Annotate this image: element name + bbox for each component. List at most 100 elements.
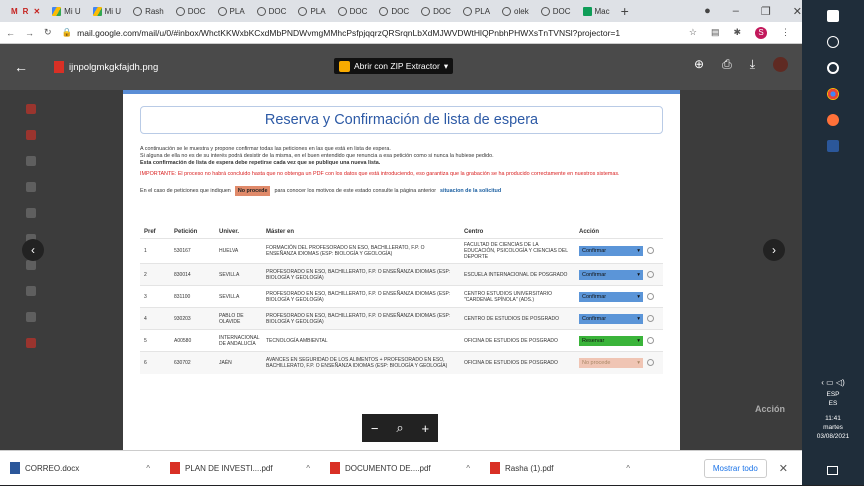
clock-day: martes bbox=[823, 424, 843, 431]
browser-tab[interactable]: Mi U bbox=[88, 2, 126, 20]
download-item[interactable]: CORREO.docx ^ bbox=[0, 451, 160, 486]
image-file-icon bbox=[54, 61, 64, 73]
browser-tab[interactable]: Mi U bbox=[47, 2, 85, 20]
accion-select[interactable]: Reservar ▾ bbox=[579, 335, 643, 346]
back-icon[interactable]: ← bbox=[6, 28, 15, 38]
close-window-icon[interactable]: ✕ bbox=[793, 5, 802, 18]
tab-label: DOC bbox=[391, 6, 410, 16]
word-icon[interactable] bbox=[827, 140, 839, 152]
row-radio[interactable] bbox=[647, 247, 654, 255]
minimize-icon[interactable]: – bbox=[733, 5, 739, 17]
zoom-reset-icon[interactable]: ⌕ bbox=[396, 420, 403, 436]
row-radio[interactable] bbox=[647, 292, 654, 300]
star-icon[interactable]: ☆ bbox=[689, 27, 697, 38]
browser-tab[interactable]: Mac bbox=[578, 2, 615, 20]
puzzle-icon[interactable]: ✱ bbox=[733, 27, 741, 38]
language-label[interactable]: ESP bbox=[802, 390, 864, 399]
zoom-out-icon[interactable]: − bbox=[371, 421, 379, 436]
show-all-button[interactable]: Mostrar todo bbox=[703, 458, 767, 478]
download-item[interactable]: DOCUMENTO DE....pdf ^ bbox=[320, 451, 480, 486]
maximize-icon[interactable]: ❐ bbox=[761, 5, 771, 18]
zoom-in-icon[interactable]: + bbox=[421, 421, 429, 436]
row-radio[interactable] bbox=[647, 336, 654, 344]
browser-tab[interactable]: PLA bbox=[458, 2, 495, 20]
accion-select[interactable]: No procede ▾ bbox=[579, 357, 643, 368]
row-radio[interactable] bbox=[647, 358, 654, 366]
globe-icon bbox=[298, 6, 308, 16]
browser-tab[interactable]: DOC bbox=[416, 2, 456, 20]
dropdown-caret-icon[interactable]: ▾ bbox=[444, 61, 448, 72]
situacion-link[interactable]: situacion de la solicitud bbox=[440, 188, 501, 194]
browser-tab[interactable]: DOC bbox=[252, 2, 292, 20]
avatar[interactable]: S bbox=[755, 26, 767, 39]
next-icon[interactable]: › bbox=[763, 239, 785, 261]
print-icon[interactable]: ⎙ bbox=[722, 57, 732, 72]
cell-centro: ESCUELA INTERNACIONAL DE POSGRADO bbox=[460, 263, 575, 286]
chevron-up-icon[interactable]: ^ bbox=[626, 464, 630, 473]
chevron-up-icon[interactable]: ^ bbox=[466, 464, 470, 473]
download-icon[interactable]: ⤓ bbox=[750, 57, 755, 72]
download-filename: Rasha (1).pdf bbox=[505, 463, 554, 473]
tab-label: DOC bbox=[552, 6, 571, 16]
browser-tab[interactable]: DOC bbox=[374, 2, 414, 20]
tab-label: PLA bbox=[229, 6, 245, 16]
profile-dot-icon[interactable]: ● bbox=[704, 5, 711, 17]
cell-accion: Confirmar ▾ bbox=[575, 307, 663, 330]
clock-time[interactable]: 11:41 bbox=[802, 414, 864, 423]
cell-peticion: 630702 bbox=[170, 351, 215, 374]
tray-icons[interactable]: ‹ ▭ ◁) bbox=[802, 378, 864, 387]
globe-icon bbox=[462, 6, 472, 16]
cell-univ: INTERNACIONAL DE ANDALUCÍA bbox=[215, 329, 262, 352]
firefox-icon[interactable] bbox=[827, 114, 839, 126]
accion-select[interactable]: Confirmar ▾ bbox=[579, 291, 643, 302]
browser-tab[interactable]: DOC bbox=[171, 2, 211, 20]
accion-select[interactable]: Confirmar ▾ bbox=[579, 313, 643, 324]
cortana-icon[interactable] bbox=[827, 62, 839, 74]
chrome-icon[interactable] bbox=[827, 88, 839, 100]
tab-label: Rash bbox=[145, 6, 164, 16]
table-body: 1 530167 HUELVA FORMACIÓN DEL PROFESORADO E… bbox=[140, 238, 663, 374]
more-options-icon[interactable] bbox=[773, 57, 788, 72]
download-item[interactable]: PLAN DE INVESTI....pdf ^ bbox=[160, 451, 320, 486]
chevron-up-icon[interactable]: ^ bbox=[146, 464, 150, 473]
search-icon[interactable] bbox=[827, 36, 839, 48]
cell-master: AVANCES EN SEGURIDAD DE LOS ALIMENTOS + … bbox=[262, 351, 460, 374]
new-tab-icon[interactable]: + bbox=[621, 3, 629, 19]
previous-icon[interactable]: ‹ bbox=[22, 239, 44, 261]
language-label-2: ES bbox=[828, 400, 838, 407]
browser-tab[interactable]: Rash bbox=[128, 2, 169, 20]
close-tab-icon[interactable]: ✕ bbox=[33, 7, 40, 16]
cell-pref: 2 bbox=[140, 263, 170, 286]
accion-select[interactable]: Confirmar ▾ bbox=[579, 269, 643, 280]
chevron-down-icon: ▾ bbox=[637, 359, 640, 366]
sheets-icon bbox=[582, 6, 592, 16]
browser-tab[interactable]: PLA bbox=[293, 2, 330, 20]
browser-tab[interactable]: olek bbox=[497, 2, 534, 20]
chevron-up-icon[interactable]: ^ bbox=[306, 464, 310, 473]
download-item[interactable]: Rasha (1).pdf ^ bbox=[480, 451, 640, 486]
url-field[interactable]: 🔒 mail.google.com/mail/u/0/#inbox/WhctKK… bbox=[62, 27, 679, 38]
notification-icon[interactable] bbox=[827, 466, 838, 475]
accion-select[interactable]: Confirmar ▾ bbox=[579, 246, 643, 256]
chevron-down-icon: ▾ bbox=[637, 248, 640, 254]
forward-icon[interactable]: → bbox=[25, 28, 34, 38]
extension-icon[interactable]: ▤ bbox=[711, 27, 720, 38]
cell-accion: Confirmar ▾ bbox=[575, 263, 663, 286]
add-to-drive-icon[interactable]: ⊕ bbox=[694, 57, 704, 72]
browser-tab[interactable]: DOC bbox=[333, 2, 373, 20]
back-arrow-icon[interactable]: ← bbox=[14, 59, 28, 75]
open-with-button[interactable]: Abrir con ZIP Extractor ▾ bbox=[334, 58, 454, 74]
accion-select-value: Confirmar bbox=[582, 293, 607, 300]
row-radio[interactable] bbox=[647, 314, 654, 322]
browser-tab[interactable]: PLA bbox=[213, 2, 250, 20]
row-radio[interactable] bbox=[647, 270, 654, 278]
browser-tab[interactable]: DOC bbox=[536, 2, 576, 20]
menu-icon[interactable]: ⋮ bbox=[781, 27, 790, 38]
no-procede-badge: No procede bbox=[234, 186, 271, 196]
windows-start-icon[interactable] bbox=[827, 10, 839, 22]
column-header: Univer. bbox=[219, 229, 240, 235]
close-download-bar-icon[interactable]: ✕ bbox=[779, 462, 788, 475]
tab-gmail-group[interactable]: M R ✕ bbox=[6, 2, 45, 20]
table-row: 4 930203 PABLO DE OLAVIDE PROFESORADO EN ES… bbox=[140, 307, 663, 330]
reload-icon[interactable]: ↻ bbox=[44, 27, 52, 38]
